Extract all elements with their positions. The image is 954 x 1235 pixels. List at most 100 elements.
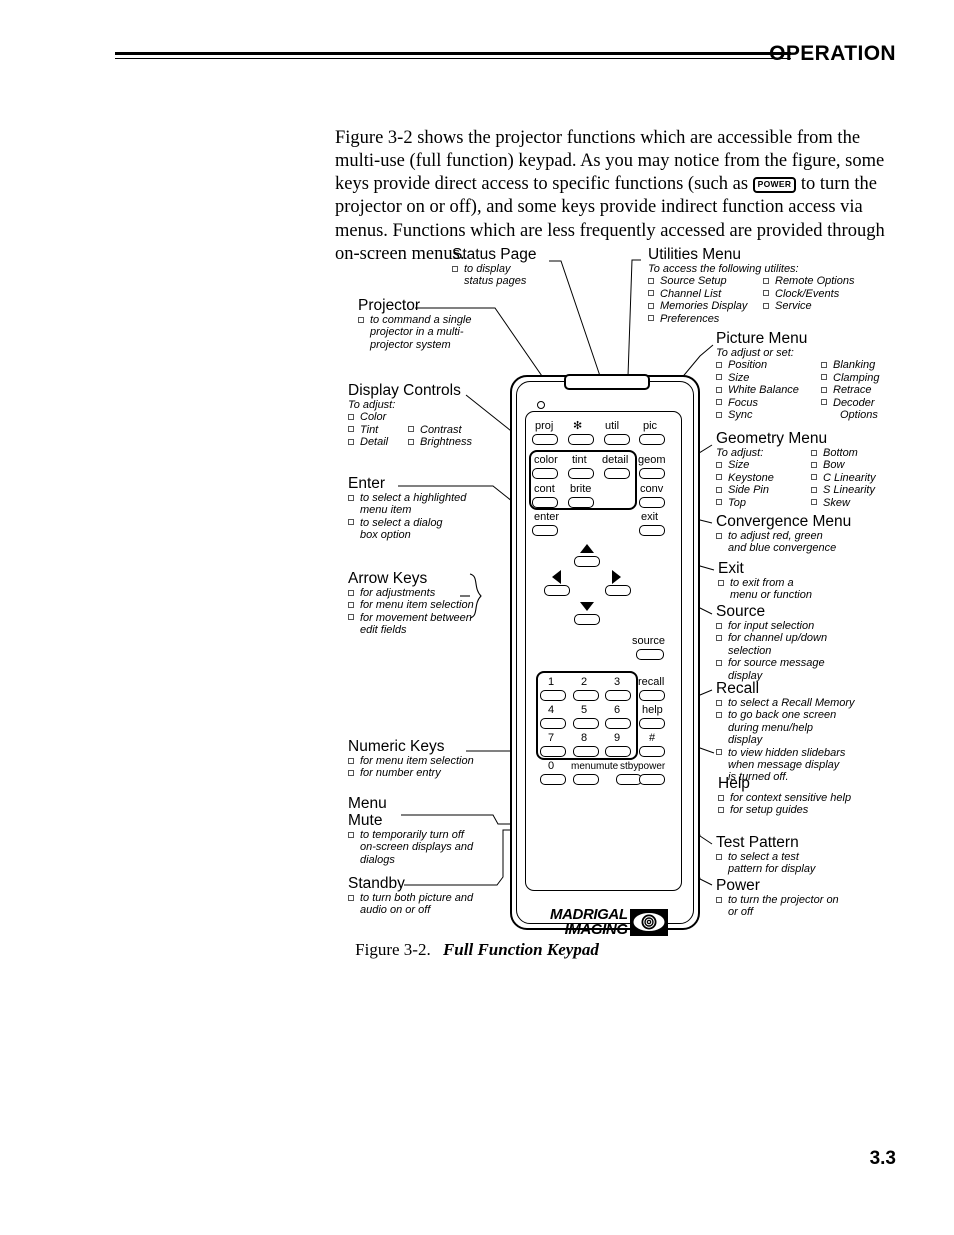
checkbox-icon — [452, 265, 458, 272]
callout-title-menu: Menu — [348, 795, 387, 812]
key-9[interactable] — [605, 746, 631, 757]
key-recall[interactable] — [639, 690, 665, 701]
list-item: for menu item selection — [348, 755, 474, 767]
key-6[interactable] — [605, 718, 631, 729]
key-power[interactable] — [639, 774, 665, 785]
checkbox-icon — [811, 499, 817, 506]
list-item: to turn both picture and audio on or off — [348, 892, 480, 917]
item-text: Skew — [823, 496, 850, 509]
key-proj[interactable] — [532, 434, 558, 445]
item-text: Brightness — [420, 436, 472, 449]
checkbox-icon — [763, 302, 769, 309]
callout-items-col1: Source Setup Channel List Memories Displ… — [648, 275, 755, 325]
key-2[interactable] — [573, 690, 599, 701]
checkbox-icon — [763, 290, 769, 297]
list-item: Clamping — [821, 372, 879, 384]
checkbox-icon — [348, 519, 354, 526]
arrow-left-icon — [552, 570, 561, 584]
list-item: Focus — [716, 397, 813, 409]
eye-icon-svg — [633, 913, 665, 931]
key-conv[interactable] — [639, 497, 665, 508]
callout-title: Arrow Keys — [348, 570, 428, 587]
key-label-2: 2 — [581, 676, 588, 688]
key-1[interactable] — [540, 690, 566, 701]
callout-items: for input selection for channel up/down … — [716, 620, 840, 682]
caption-label: Figure 3-2. — [355, 940, 431, 959]
key-hash[interactable] — [639, 746, 665, 757]
checkbox-icon — [763, 277, 769, 284]
key-7[interactable] — [540, 746, 566, 757]
key-enter[interactable] — [532, 525, 558, 536]
key-exit[interactable] — [639, 525, 665, 536]
key-brite[interactable] — [568, 497, 594, 508]
callout-subtitle: To adjust: — [716, 447, 803, 459]
key-arrow-down[interactable] — [574, 614, 600, 625]
callout-arrow-keys: Arrow Keys for adjustments for menu item… — [348, 570, 478, 637]
callout-items: to adjust red, green and blue convergenc… — [716, 530, 851, 555]
checkbox-icon — [716, 411, 722, 418]
brand-wordmark: MADRIGAL IMAGING — [550, 907, 628, 937]
checkbox-icon — [716, 634, 722, 641]
key-label-7: 7 — [548, 732, 555, 744]
key-label-exit: exit — [641, 511, 659, 523]
item-text: to select a highlighted menu item — [360, 492, 467, 517]
key-arrow-left[interactable] — [544, 585, 570, 596]
checkbox-icon — [348, 894, 354, 901]
key-arrow-up[interactable] — [574, 556, 600, 567]
brand-line2: IMAGING — [564, 921, 628, 938]
item-text: Clamping — [833, 371, 880, 384]
callout-geometry-menu: Geometry Menu To adjust: Size Keystone S… — [716, 430, 876, 509]
key-tint[interactable] — [568, 468, 594, 479]
item-text: Retrace — [833, 384, 872, 397]
list-item: Skew — [811, 497, 876, 509]
key-source[interactable] — [636, 649, 664, 660]
list-item: Side Pin — [716, 484, 803, 496]
key-pic[interactable] — [639, 434, 665, 445]
key-4[interactable] — [540, 718, 566, 729]
checkbox-icon — [716, 499, 722, 506]
checkbox-icon — [716, 361, 722, 368]
item-text: Keystone — [728, 471, 774, 484]
key-0[interactable] — [540, 774, 566, 785]
key-label-util: util — [605, 420, 620, 432]
list-item: for setup guides — [718, 804, 851, 816]
callout-items: to command a single projector in a multi… — [358, 314, 492, 351]
list-item: to select a test pattern for display — [716, 851, 820, 876]
key-cont[interactable] — [532, 497, 558, 508]
key-5[interactable] — [573, 718, 599, 729]
item-text: for source message display — [728, 657, 825, 682]
key-color[interactable] — [532, 468, 558, 479]
key-test-pattern[interactable] — [568, 434, 594, 445]
callout-items: to temporarily turn off on-screen displa… — [348, 829, 476, 866]
key-detail[interactable] — [604, 468, 630, 479]
checkbox-icon — [716, 532, 722, 539]
key-label-0: 0 — [548, 760, 555, 772]
item-text: to adjust red, green and blue convergenc… — [728, 530, 837, 555]
callout-title: Test Pattern — [716, 834, 799, 851]
key-help[interactable] — [639, 718, 665, 729]
callout-title: Display Controls — [348, 382, 461, 399]
figure-caption: Figure 3-2. Full Function Keypad — [0, 940, 954, 960]
checkbox-icon — [648, 290, 654, 297]
callout-title: Geometry Menu — [716, 430, 828, 447]
list-item: Bow — [811, 459, 876, 471]
key-geom[interactable] — [639, 468, 665, 479]
key-arrow-right[interactable] — [605, 585, 631, 596]
key-menu-mute[interactable] — [573, 774, 599, 785]
item-text: Top — [728, 496, 746, 509]
key-label-source: source — [632, 635, 666, 647]
checkbox-icon — [811, 449, 817, 456]
callout-title: Convergence Menu — [716, 513, 852, 530]
list-item: for adjustments — [348, 587, 478, 599]
checkbox-icon — [716, 386, 722, 393]
key-8[interactable] — [573, 746, 599, 757]
key-util[interactable] — [604, 434, 630, 445]
key-3[interactable] — [605, 690, 631, 701]
list-item: to exit from a menu or function — [718, 577, 812, 602]
callout-items-col2: Remote Options Clock/Events Service — [763, 275, 854, 325]
checkbox-icon — [716, 461, 722, 468]
callout-help: Help for context sensitive help for setu… — [718, 775, 851, 817]
list-item: Retrace — [821, 384, 879, 396]
callout-power: Power to turn the projector on or off — [716, 877, 840, 919]
callout-title: Exit — [718, 560, 744, 577]
